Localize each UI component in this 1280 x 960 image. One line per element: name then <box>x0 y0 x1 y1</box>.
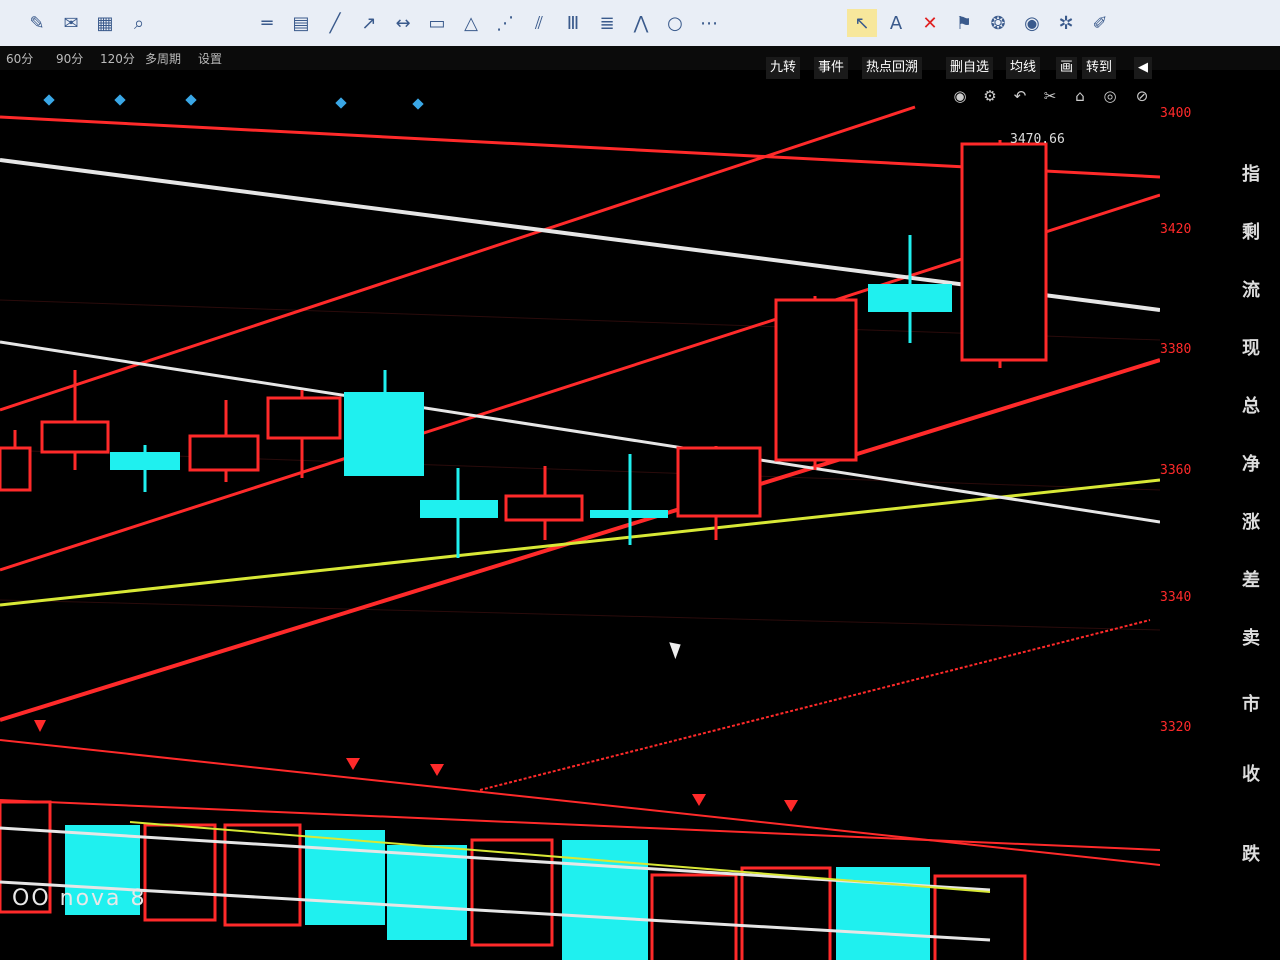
candles <box>0 140 1048 558</box>
period-120[interactable]: 120分 <box>100 50 135 67</box>
top-toolbar: ✎ ✉ ▦ ⌕ ═ ▤ ╱ ↗ ↔ ▭ △ ⋰ ⫽ Ⅲ ≣ ⋀ ○ ⋯ ↖ A … <box>0 0 1280 47</box>
candle <box>420 468 498 558</box>
rect-icon[interactable]: ▭ <box>422 9 452 37</box>
stamp-icon[interactable]: ✲ <box>1051 9 1081 37</box>
panel-char: 流 <box>1242 280 1260 301</box>
period-multi[interactable]: 多周期 <box>145 50 181 67</box>
wave-icon[interactable]: ⋀ <box>626 9 656 37</box>
candle <box>960 140 1048 368</box>
panel-char: 总 <box>1242 396 1260 417</box>
delete-icon[interactable]: ✕ <box>915 9 945 37</box>
search-icon[interactable]: ⌕ <box>124 9 154 37</box>
panel-char: 现 <box>1242 338 1260 359</box>
ray-icon[interactable]: ↗ <box>354 9 384 37</box>
volume-bars <box>0 799 1160 960</box>
camera-watermark: OO nova 8 <box>12 886 147 911</box>
line-icon[interactable]: ╱ <box>320 9 350 37</box>
palette-icon[interactable]: ▦ <box>90 9 120 37</box>
note-icon[interactable]: ✉ <box>56 9 86 37</box>
candle <box>0 430 32 492</box>
toolbar-right-group: ↖ A ✕ ⚑ ❂ ◉ ✲ ✐ <box>845 0 1117 46</box>
panel-char: 市 <box>1242 694 1260 715</box>
panel-char: 跌 <box>1242 844 1260 865</box>
price-label: 3420 <box>1160 222 1192 237</box>
fan-icon[interactable]: ⋰ <box>490 9 520 37</box>
price-label: 3320 <box>1160 720 1192 735</box>
fib-icon[interactable]: ≣ <box>592 9 622 37</box>
brush-icon[interactable]: ✐ <box>1085 9 1115 37</box>
price-label: 3400 <box>1160 106 1192 121</box>
candle <box>110 445 180 492</box>
text-icon[interactable]: A <box>881 9 911 37</box>
channel-icon[interactable]: ⫽ <box>524 9 554 37</box>
peak-price-label: 3470.66 <box>1010 132 1065 147</box>
price-label: 3360 <box>1160 463 1192 478</box>
period-60[interactable]: 60分 <box>6 50 33 67</box>
hline-icon[interactable]: ═ <box>252 9 282 37</box>
toolbar-left-group: ✎ ✉ ▦ ⌕ <box>20 0 156 46</box>
circle-icon[interactable]: ○ <box>660 9 690 37</box>
style-icon[interactable]: ❂ <box>983 9 1013 37</box>
period-settings[interactable]: 设置 <box>198 50 222 67</box>
panel-char: 卖 <box>1242 628 1260 649</box>
kline-chart[interactable] <box>0 70 1160 960</box>
draw-icon[interactable]: ✎ <box>22 9 52 37</box>
panel-char: 剩 <box>1242 222 1260 243</box>
more-icon[interactable]: ⋯ <box>694 9 724 37</box>
candle <box>504 466 584 540</box>
triangle-icon[interactable]: △ <box>456 9 486 37</box>
eye-toolbar-icon[interactable]: ◉ <box>1017 9 1047 37</box>
panel-char: 差 <box>1242 570 1260 591</box>
panel-char: 净 <box>1242 454 1260 475</box>
panel-char: 涨 <box>1242 512 1260 533</box>
period-90[interactable]: 90分 <box>56 50 83 67</box>
candle <box>774 296 858 470</box>
panel-char: 指 <box>1242 164 1260 185</box>
doc-icon[interactable]: ▤ <box>286 9 316 37</box>
price-label: 3340 <box>1160 590 1192 605</box>
candle <box>40 370 110 470</box>
panel-char: 收 <box>1242 764 1260 785</box>
signal-dots <box>43 94 424 110</box>
segment-icon[interactable]: ↔ <box>388 9 418 37</box>
candle <box>344 370 424 476</box>
pointer-icon[interactable]: ↖ <box>847 9 877 37</box>
price-label: 3380 <box>1160 342 1192 357</box>
drawing-tools: ═ ▤ ╱ ↗ ↔ ▭ △ ⋰ ⫽ Ⅲ ≣ ⋀ ○ ⋯ <box>250 0 726 46</box>
bars-icon[interactable]: Ⅲ <box>558 9 588 37</box>
candle <box>188 400 260 482</box>
candle <box>868 235 952 343</box>
marker-icon[interactable]: ⚑ <box>949 9 979 37</box>
signal-markers <box>34 720 798 812</box>
